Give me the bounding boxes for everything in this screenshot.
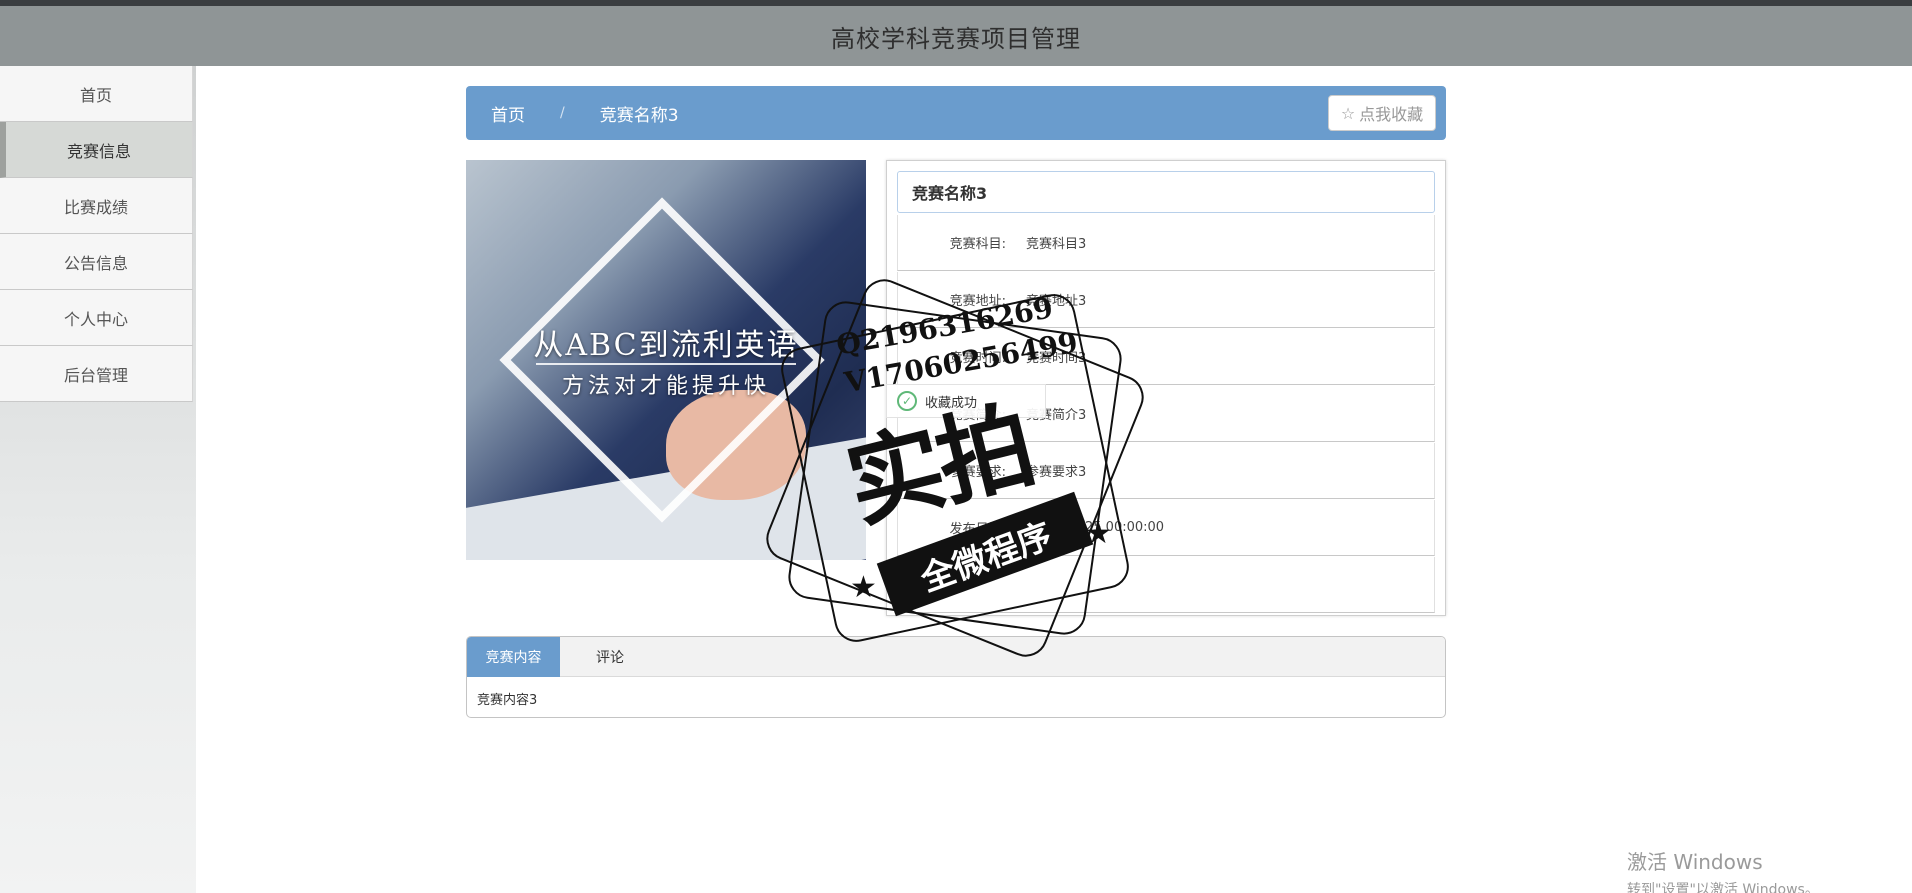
detail-value: 竞赛地址3 (1026, 294, 1087, 309)
content-tabs-panel: 竞赛内容 评论 竞赛内容3 (466, 636, 1446, 718)
favorite-success-toast: ✓ 收藏成功 (886, 384, 1046, 418)
detail-label: 竞赛时间: (949, 351, 1006, 366)
detail-label: 竞赛地址: (949, 294, 1006, 309)
site-title: 高校学科竞赛项目管理 (831, 24, 1081, 53)
banner-line-2: 方法对才能提升快 (561, 374, 770, 399)
sidebar-item-competition-info[interactable]: 竞赛信息 (0, 122, 193, 178)
detail-value: 竞赛简介3 (1026, 408, 1087, 423)
sidebar-item-scores[interactable]: 比赛成绩 (0, 178, 193, 234)
favorite-button[interactable]: ☆ 点我收藏 (1328, 95, 1436, 131)
tab-competition-content[interactable]: 竞赛内容 (467, 637, 560, 677)
detail-row-publish-date: 发布日期: 2021-03-25 00:00:00 (897, 500, 1435, 556)
competition-image: 从ABC到流利英语 方法对才能提升快 (466, 160, 866, 560)
sidebar: 首页 竞赛信息 比赛成绩 公告信息 个人中心 后台管理 (0, 66, 196, 893)
detail-label: 发布日期: (949, 522, 1006, 537)
breadcrumb-current: 竞赛名称3 (599, 105, 679, 126)
detail-row-empty (897, 557, 1435, 613)
sidebar-item-admin[interactable]: 后台管理 (0, 346, 193, 402)
site-header: 高校学科竞赛项目管理 (0, 6, 1912, 66)
detail-label: 参赛要求: (949, 465, 1006, 480)
banner-line-1: 从ABC到流利英语 (533, 328, 799, 363)
tab-comments[interactable]: 评论 (560, 637, 660, 677)
detail-label: 竞赛科目: (949, 237, 1006, 252)
star-icon: ★ (850, 570, 877, 605)
detail-row-time: 竞赛时间: 竞赛时间3 (897, 329, 1435, 385)
detail-row-requirements: 参赛要求: 参赛要求3 (897, 443, 1435, 499)
tab-content: 竞赛内容3 (477, 693, 538, 708)
favorite-button-label: 点我收藏 (1359, 105, 1424, 124)
tabs-bar: 竞赛内容 评论 (467, 637, 1445, 677)
activation-subtitle: 转到"设置"以激活 Windows。 (1627, 882, 1819, 893)
breadcrumb-home-link[interactable]: 首页 (491, 101, 525, 126)
detail-title: 竞赛名称3 (897, 171, 1435, 213)
star-outline-icon: ☆ (1340, 103, 1356, 123)
detail-value: 参赛要求3 (1026, 465, 1087, 480)
detail-row-address: 竞赛地址: 竞赛地址3 (897, 272, 1435, 328)
detail-value: 竞赛科目3 (1026, 237, 1087, 252)
banner-divider (536, 363, 796, 365)
sidebar-item-announcements[interactable]: 公告信息 (0, 234, 193, 290)
breadcrumb-separator: / (560, 105, 565, 121)
check-circle-icon: ✓ (897, 391, 917, 411)
detail-value: 竞赛时间3 (1026, 351, 1087, 366)
activation-title: 激活 Windows (1627, 850, 1763, 874)
sidebar-item-personal-center[interactable]: 个人中心 (0, 290, 193, 346)
sidebar-item-home[interactable]: 首页 (0, 66, 193, 122)
detail-row-subject: 竞赛科目: 竞赛科目3 (897, 215, 1435, 271)
toast-message: 收藏成功 (925, 395, 978, 411)
detail-value: 2021-03-25 00:00:00 (1026, 520, 1165, 535)
breadcrumb: 首页 / 竞赛名称3 ☆ 点我收藏 (466, 86, 1446, 140)
windows-activation-notice: 激活 Windows 转到"设置"以激活 Windows。 (1627, 846, 1819, 893)
